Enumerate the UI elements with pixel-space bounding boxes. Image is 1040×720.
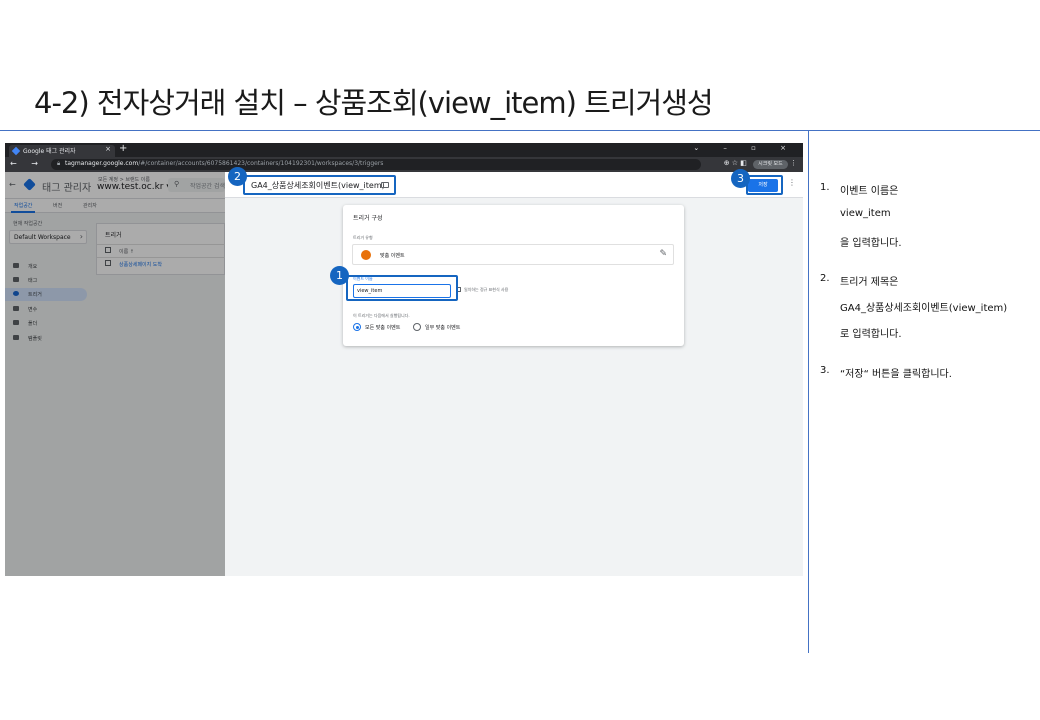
address-bar[interactable]: 🔒︎ tagmanager.google.com/#/container/acc… xyxy=(51,159,701,170)
step-badge-2: 2 xyxy=(228,167,247,186)
new-tab-button[interactable]: + xyxy=(119,143,127,154)
tab-close-icon[interactable]: × xyxy=(105,145,111,153)
custom-event-icon xyxy=(361,250,371,260)
regex-label: 일치하는 정규 표현식 사용 xyxy=(464,287,509,292)
more-options-icon[interactable]: ⋮ xyxy=(788,178,796,187)
step-badge-3: 3 xyxy=(731,169,750,188)
highlight-trigger-name xyxy=(243,175,396,195)
trigger-editor-panel: ✕ GA4_상품상세조회이벤트(view_item) 저장 ⋮ 트리거 구성 트… xyxy=(225,172,803,576)
note-2-line-c: 로 입력합니다. xyxy=(840,329,902,340)
browser-tab[interactable]: Google 태그 관리자 × xyxy=(9,145,115,157)
gtm-favicon-icon xyxy=(11,146,21,156)
window-controls[interactable]: ⌄ – ▫ × xyxy=(693,144,797,152)
note-2-number: 2. xyxy=(820,273,830,284)
radio-some-events[interactable] xyxy=(413,323,421,331)
header-rule xyxy=(0,130,1040,131)
toolbar-icons[interactable]: ⊕ ☆ ◧ xyxy=(724,159,747,167)
browser-toolbar: ← → C 🔒︎ tagmanager.google.com/#/contain… xyxy=(5,157,803,172)
radio-all-label: 모든 맞춤 이벤트 xyxy=(365,325,401,331)
slide-title: 4-2) 전자상거래 설치 – 상품조회(view_item) 트리거생성 xyxy=(34,86,714,120)
card-title: 트리거 구성 xyxy=(353,215,383,222)
tab-title: Google 태그 관리자 xyxy=(23,148,76,155)
radio-some-label: 일부 맞춤 이벤트 xyxy=(425,325,461,331)
note-1-line-c: 을 입력합니다. xyxy=(840,238,902,249)
note-1-number: 1. xyxy=(820,182,830,193)
screenshot: Google 태그 관리자 × + ⌄ – ▫ × ← → C 🔒︎ tagma… xyxy=(5,143,803,576)
highlight-event-name xyxy=(346,275,458,301)
modal-scrim xyxy=(5,172,225,576)
gtm-app: ← 태그 관리자 모든 계정 > 브랜드 이름 www.test.oc.kr ▾… xyxy=(5,172,803,576)
step-badge-1: 1 xyxy=(330,266,349,285)
lock-icon: 🔒︎ xyxy=(57,160,61,167)
browser-tab-bar: Google 태그 관리자 × + ⌄ – ▫ × xyxy=(5,143,803,157)
trigger-type-selector[interactable]: 맞춤 이벤트 ✎ xyxy=(352,244,674,265)
trigger-type-label: 트리거 유형 xyxy=(353,235,373,240)
note-3-line-a: “저장“ 버튼을 클릭합니다. xyxy=(840,369,952,380)
trigger-type-value: 맞춤 이벤트 xyxy=(380,253,405,259)
note-2-line-a: 트리거 제목은 xyxy=(840,277,899,288)
note-2-line-b: GA4_상품상세조회이벤트(view_item) xyxy=(840,303,1008,314)
fires-on-label: 이 트리거는 다음에서 실행됩니다. xyxy=(353,313,410,318)
browser-menu-icon[interactable]: ⋮ xyxy=(790,159,797,167)
radio-all-events[interactable] xyxy=(353,323,361,331)
browser-actions: ⊕ ☆ ◧ 시크릿 모드 ⋮ xyxy=(724,159,797,169)
highlight-save-button xyxy=(746,175,783,195)
column-divider xyxy=(808,130,809,653)
edit-pencil-icon[interactable]: ✎ xyxy=(659,249,667,259)
incognito-profile-button[interactable]: 시크릿 모드 xyxy=(753,160,788,169)
note-1-line-a: 이벤트 이름은 xyxy=(840,186,899,197)
url-host: tagmanager.google.com xyxy=(65,160,139,167)
url-path: /#/container/accounts/6075861423/contain… xyxy=(138,160,384,167)
note-3-number: 3. xyxy=(820,365,830,376)
note-1-line-b: view_item xyxy=(840,208,891,219)
